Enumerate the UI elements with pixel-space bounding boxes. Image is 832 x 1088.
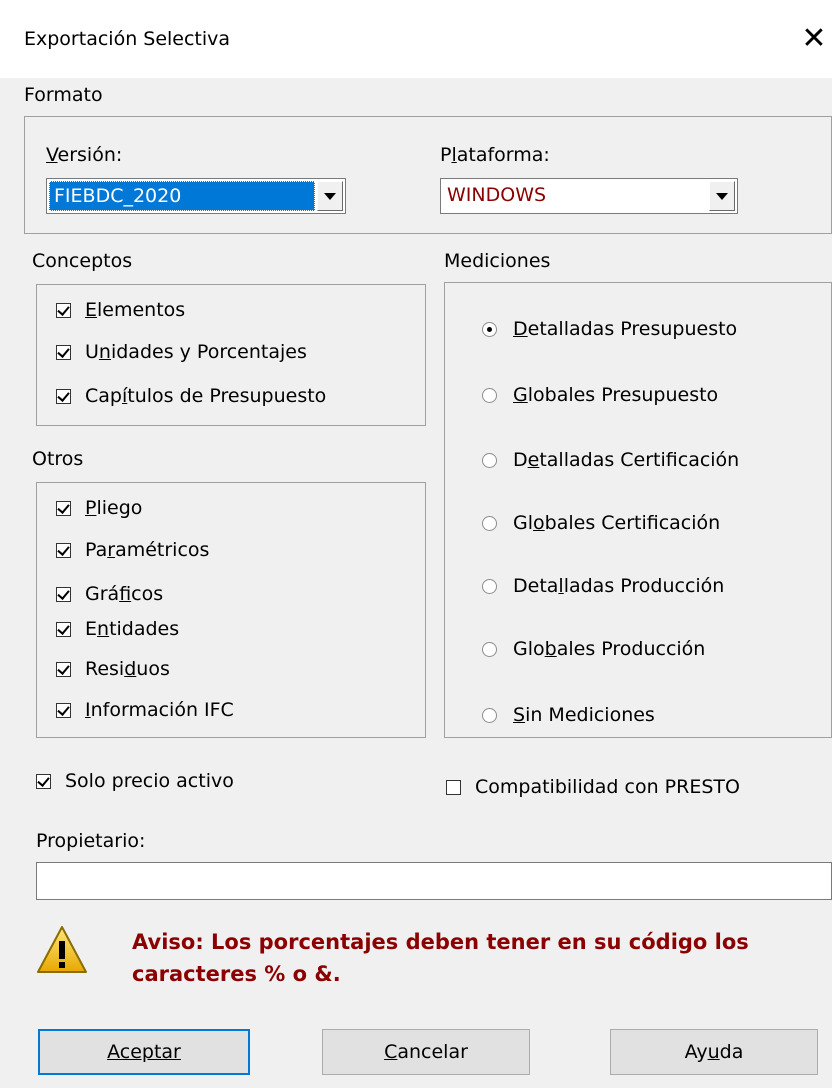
checkbox-box[interactable] [56,586,71,602]
checkbox-solo-precio-activo[interactable]: Solo precio activo [36,770,234,792]
checkbox-label: Capítulos de Presupuesto [85,385,327,407]
checkbox-label: Compatibilidad con PRESTO [475,776,740,798]
radio-button[interactable] [482,387,497,403]
radio-detalladas-produccion[interactable]: Detalladas Producción [482,575,724,597]
warning-line-2: caracteres % o &. [132,962,341,986]
radio-label: Globales Presupuesto [513,384,719,406]
checkbox-label: Residuos [85,658,170,680]
checkbox-label: Entidades [85,618,180,640]
radio-label: Detalladas Presupuesto [513,318,738,340]
radio-label: Globales Certificación [513,512,721,534]
help-button[interactable]: Ayuda [610,1029,818,1075]
accept-button[interactable]: Aceptar [38,1029,250,1075]
checkbox-compatibilidad-presto[interactable]: Compatibilidad con PRESTO [446,776,740,798]
radio-globales-produccion[interactable]: Globales Producción [482,638,705,660]
radio-button[interactable] [482,452,497,468]
checkbox-label: Información IFC [85,699,234,721]
propietario-label: Propietario: [36,830,146,852]
otros-label: Otros [32,448,84,470]
checkbox-box[interactable] [56,302,71,318]
conceptos-label: Conceptos [32,250,133,272]
radio-button[interactable] [482,321,497,337]
radio-label: Detalladas Certificación [513,449,740,471]
propietario-input[interactable] [36,862,832,900]
checkbox-box[interactable] [36,773,51,789]
radio-label: Detalladas Producción [513,575,725,597]
checkbox-box[interactable] [56,621,71,637]
checkbox-label: Unidades y Porcentajes [85,341,307,363]
version-dropdown-button[interactable] [317,181,343,211]
checkbox-label: Elementos [85,299,186,321]
checkbox-unidades[interactable]: Unidades y Porcentajes [56,341,307,363]
version-label: Versión: [46,144,123,166]
checkbox-box[interactable] [56,702,71,718]
radio-button[interactable] [482,578,497,594]
checkbox-label: Solo precio activo [65,770,234,792]
radio-globales-certificacion[interactable]: Globales Certificación [482,512,720,534]
mediciones-label: Mediciones [444,250,551,272]
version-selected-value: FIEBDC_2020 [49,181,315,211]
formato-label: Formato [24,84,103,106]
plataforma-label: Plataforma: [440,144,550,166]
warning-message: Aviso: Los porcentajes deben tener en su… [132,926,749,990]
accept-button-label: Aceptar [107,1041,181,1063]
radio-sin-mediciones[interactable]: Sin Mediciones [482,704,655,726]
radio-label: Sin Mediciones [513,704,655,726]
checkbox-box[interactable] [56,542,71,558]
checkbox-box[interactable] [446,779,461,795]
radio-button[interactable] [482,641,497,657]
checkbox-capitulos[interactable]: Capítulos de Presupuesto [56,385,326,407]
radio-button[interactable] [482,515,497,531]
chevron-down-icon [716,192,728,200]
plataforma-dropdown-button[interactable] [709,181,735,211]
checkbox-elementos[interactable]: Elementos [56,299,185,321]
version-select[interactable]: FIEBDC_2020 [46,178,346,214]
checkbox-pliego[interactable]: Pliego [56,497,142,519]
checkbox-box[interactable] [56,344,71,360]
radio-button[interactable] [482,707,497,723]
checkbox-box[interactable] [56,500,71,516]
help-button-label: Ayuda [684,1041,744,1063]
radio-detalladas-presupuesto[interactable]: Detalladas Presupuesto [482,318,737,340]
checkbox-box[interactable] [56,661,71,677]
checkbox-parametricos[interactable]: Paramétricos [56,539,209,561]
warning-line-1: Aviso: Los porcentajes deben tener en su… [132,930,749,954]
plataforma-selected-value: WINDOWS [447,184,547,206]
checkbox-entidades[interactable]: Entidades [56,618,179,640]
plataforma-select[interactable]: WINDOWS [440,178,738,214]
cancel-button-label: Cancelar [384,1041,468,1063]
warning-icon [36,924,88,976]
checkbox-label: Paramétricos [85,539,210,561]
mediciones-group [444,282,832,738]
window-title: Exportación Selectiva [24,28,231,50]
checkbox-informacion-ifc[interactable]: Información IFC [56,699,234,721]
chevron-down-icon [324,192,336,200]
radio-label: Globales Producción [513,638,706,660]
checkbox-residuos[interactable]: Residuos [56,658,170,680]
cancel-button[interactable]: Cancelar [322,1029,530,1075]
close-icon[interactable]: ✕ [800,22,828,56]
checkbox-label: Gráficos [85,583,164,605]
checkbox-label: Pliego [85,497,143,519]
radio-globales-presupuesto[interactable]: Globales Presupuesto [482,384,718,406]
formato-group [24,116,832,234]
checkbox-graficos[interactable]: Gráficos [56,583,163,605]
checkbox-box[interactable] [56,388,71,404]
radio-detalladas-certificacion[interactable]: Detalladas Certificación [482,449,739,471]
